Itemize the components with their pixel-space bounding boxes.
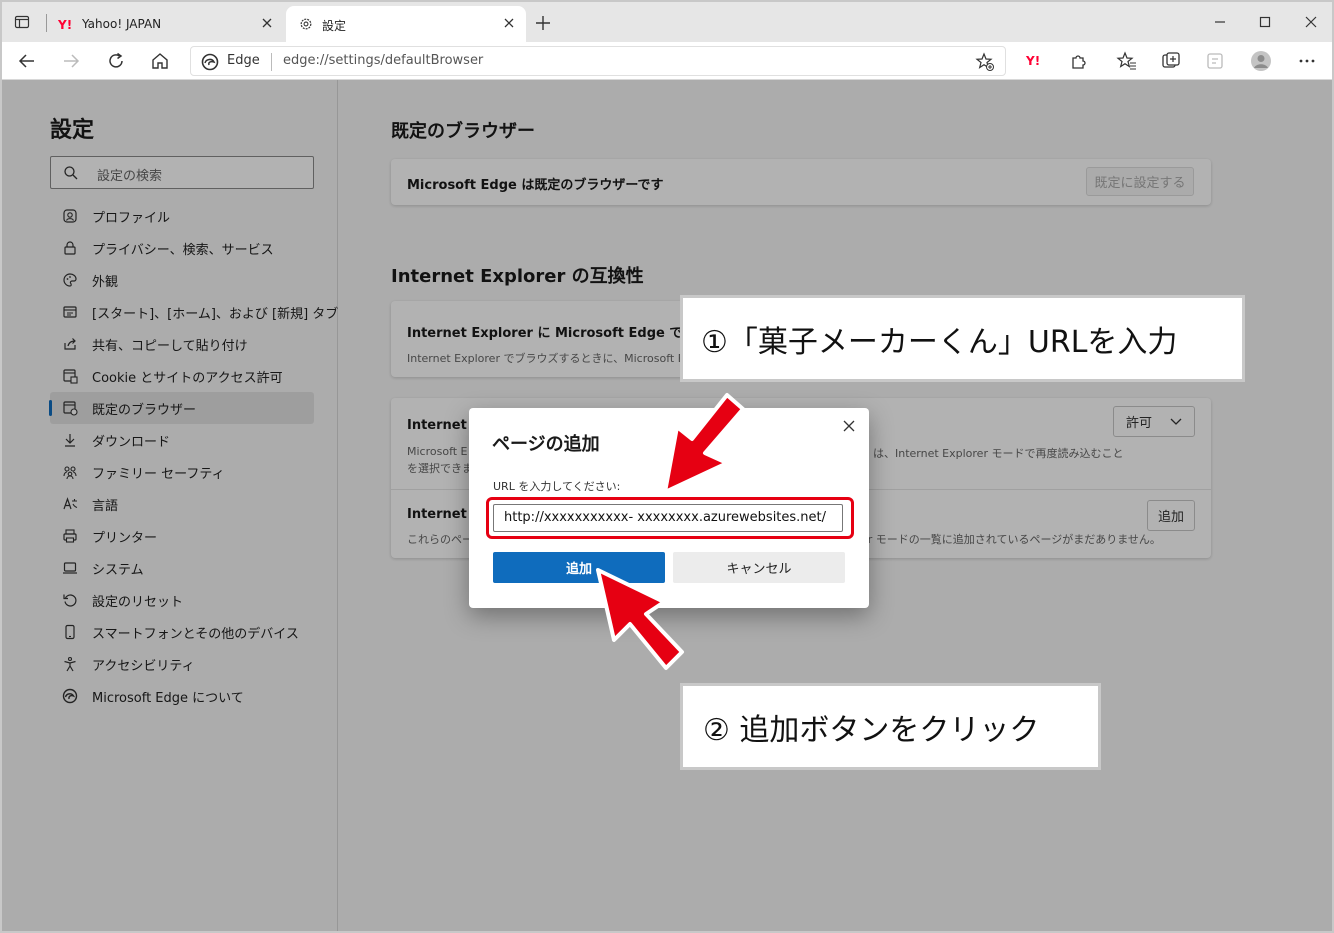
gear-icon: [300, 18, 312, 30]
edge-icon: [201, 53, 219, 71]
tab-yahoo[interactable]: Y! Yahoo! JAPAN: [46, 6, 284, 42]
site-label: Edge: [227, 53, 260, 68]
minimize-icon[interactable]: [1210, 12, 1230, 32]
dialog-add-button[interactable]: 追加: [493, 552, 665, 583]
refresh-icon[interactable]: [105, 50, 127, 72]
back-icon[interactable]: [16, 50, 38, 72]
close-window-icon[interactable]: [1301, 12, 1321, 32]
address-toolbar: Edge edge://settings/defaultBrowser Y!: [2, 42, 1332, 80]
url-text[interactable]: edge://settings/defaultBrowser: [283, 53, 483, 68]
favorites-icon[interactable]: [1116, 50, 1138, 72]
tab-settings[interactable]: 設定: [286, 6, 526, 42]
close-tab-icon[interactable]: [260, 16, 274, 30]
extensions-icon[interactable]: [1068, 50, 1090, 72]
callout-step1: ①「菓子メーカーくん」URLを入力: [680, 295, 1245, 382]
svg-text:Y!: Y!: [1025, 54, 1040, 68]
close-icon[interactable]: [841, 418, 857, 434]
browser-window: Y! Yahoo! JAPAN 設定 Edge edge://settings/…: [0, 0, 1334, 933]
close-tab-icon[interactable]: [502, 16, 516, 30]
tab-actions-icon[interactable]: [14, 14, 30, 30]
url-input-highlight: [486, 497, 854, 539]
more-icon[interactable]: [1296, 50, 1318, 72]
svg-text:Y!: Y!: [58, 18, 72, 31]
home-icon[interactable]: [149, 50, 171, 72]
dialog-title: ページの追加: [492, 434, 600, 455]
web-capture-icon[interactable]: [1204, 50, 1226, 72]
url-label: URL を入力してください:: [493, 480, 621, 493]
avatar[interactable]: [1250, 50, 1272, 72]
add-favorite-icon[interactable]: [975, 52, 995, 72]
callout-step2: ② 追加ボタンをクリック: [680, 683, 1101, 770]
address-divider: [271, 53, 272, 71]
add-page-dialog: ページの追加 URL を入力してください: http://xxxxxxxxxxx…: [469, 408, 869, 608]
tab-title: Yahoo! JAPAN: [82, 17, 162, 31]
maximize-icon[interactable]: [1255, 12, 1275, 32]
yahoo-extension-icon[interactable]: Y!: [1024, 50, 1046, 72]
new-tab-icon[interactable]: [534, 14, 552, 32]
yahoo-icon: Y!: [58, 18, 72, 31]
tab-strip: Y! Yahoo! JAPAN 設定: [2, 2, 1332, 42]
forward-icon[interactable]: [60, 50, 82, 72]
address-bar[interactable]: Edge edge://settings/defaultBrowser: [190, 46, 1006, 76]
collections-icon[interactable]: [1160, 50, 1182, 72]
dialog-cancel-button[interactable]: キャンセル: [673, 552, 845, 583]
tab-title: 設定: [322, 19, 347, 33]
